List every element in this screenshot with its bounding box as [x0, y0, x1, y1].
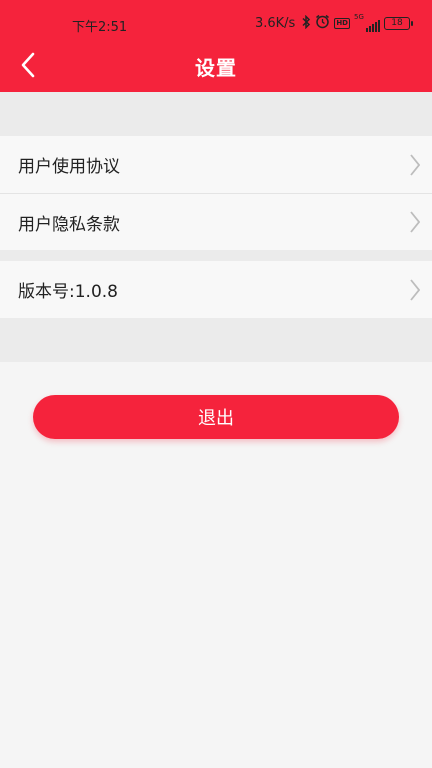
settings-item-label: 用户隐私条款 [18, 214, 120, 235]
settings-item-label: 版本号:1.0.8 [18, 282, 118, 302]
section-gap [0, 318, 432, 362]
section-gap [0, 92, 432, 136]
signal-icon: 5G [354, 12, 380, 32]
chevron-right-icon [410, 153, 420, 176]
settings-item-label: 用户使用协议 [18, 157, 120, 177]
chevron-right-icon [410, 211, 420, 233]
chevron-right-icon [410, 278, 420, 301]
alarm-icon [315, 14, 330, 33]
battery-icon: 18 [384, 17, 413, 30]
signal-label: 5G [354, 12, 364, 21]
network-speed: 3.6K/s [254, 16, 296, 31]
status-icons: 3.6K/s HD 5G 18 [254, 12, 413, 33]
logout-button[interactable]: 退出 [33, 395, 399, 439]
bluetooth-icon [301, 14, 311, 33]
status-bar: 下午2:51 3.6K/s HD 5G 18 [0, 0, 432, 48]
hd-icon: HD [334, 18, 350, 29]
settings-item-privacy-policy[interactable]: 用户隐私条款 [0, 194, 432, 250]
section-gap [0, 250, 432, 261]
status-time: 下午2:51 [72, 20, 128, 35]
battery-level: 18 [391, 18, 403, 28]
page-title: 设置 [195, 56, 237, 80]
settings-item-version[interactable]: 版本号:1.0.8 [0, 261, 432, 318]
settings-item-user-agreement[interactable]: 用户使用协议 [0, 136, 432, 193]
